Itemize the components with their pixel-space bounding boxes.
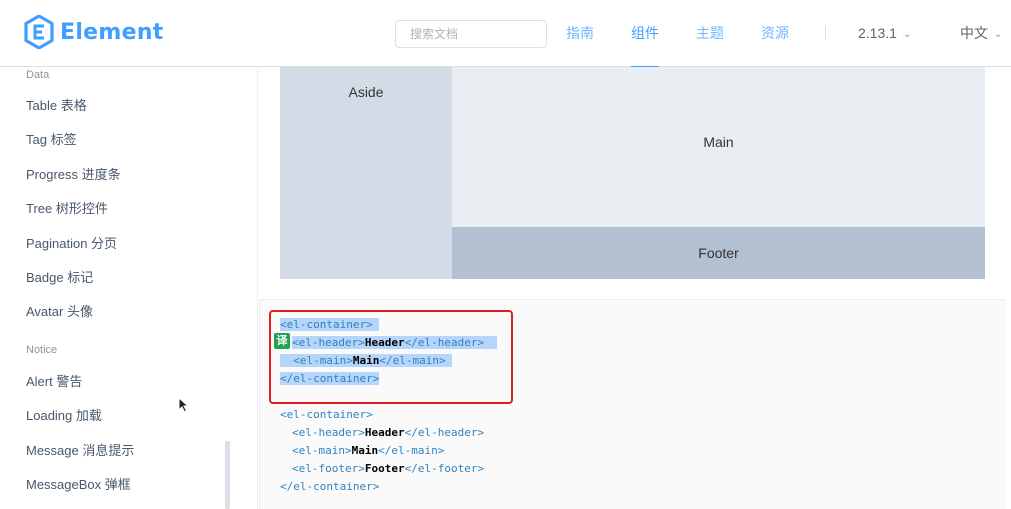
nav-resource[interactable]: 资源 bbox=[761, 0, 789, 67]
sidebar-item-tree[interactable]: Tree 树形控件 bbox=[26, 198, 108, 217]
element-logo-icon bbox=[24, 15, 54, 49]
highlight-box bbox=[269, 310, 513, 404]
nav-divider bbox=[825, 26, 826, 40]
sidebar-group-title: Data bbox=[26, 69, 50, 81]
sidebar: Data Table 表格 Tag 标签 Progress 进度条 Tree 树… bbox=[0, 67, 258, 509]
code-line: </el-container> bbox=[280, 480, 380, 493]
nav-component[interactable]: 组件 bbox=[631, 0, 659, 68]
logo-text: Element bbox=[60, 19, 164, 45]
demo-footer-label: Footer bbox=[698, 245, 739, 261]
version-label: 2.13.1 bbox=[858, 25, 897, 41]
sidebar-item-pagination[interactable]: Pagination 分页 bbox=[26, 233, 117, 252]
sidebar-item-loading[interactable]: Loading 加载 bbox=[26, 405, 102, 424]
sidebar-item-table[interactable]: Table 表格 bbox=[26, 95, 87, 114]
language-dropdown[interactable]: 中文 ⌄ bbox=[960, 0, 1002, 67]
nav-guide[interactable]: 指南 bbox=[566, 0, 594, 67]
sidebar-item-messagebox[interactable]: MessageBox 弹框 bbox=[26, 474, 131, 493]
top-header: Element 指南 组件 主题 资源 2.13.1 ⌄ 中文 ⌄ bbox=[0, 0, 1011, 68]
code-line: <el-header>Header</el-header> bbox=[292, 426, 485, 439]
sidebar-group-title: Notice bbox=[26, 344, 58, 356]
nav-label: 组件 bbox=[631, 25, 659, 41]
demo-aside-label: Aside bbox=[348, 84, 384, 100]
search-input[interactable] bbox=[395, 20, 547, 48]
language-label: 中文 bbox=[960, 25, 988, 41]
sidebar-item-tag[interactable]: Tag 标签 bbox=[26, 129, 77, 148]
chevron-down-icon: ⌄ bbox=[902, 28, 912, 40]
nav-label: 指南 bbox=[566, 25, 594, 41]
demo-main-label: Main bbox=[703, 134, 734, 150]
sidebar-item-badge[interactable]: Badge 标记 bbox=[26, 267, 93, 286]
nav-label: 资源 bbox=[761, 25, 789, 41]
code-line: <el-container> bbox=[280, 408, 373, 421]
sidebar-item-avatar[interactable]: Avatar 头像 bbox=[26, 301, 93, 320]
demo-main: Main bbox=[452, 67, 985, 227]
demo-aside: Aside bbox=[280, 67, 452, 279]
sidebar-item-progress[interactable]: Progress 进度条 bbox=[26, 164, 121, 183]
sidebar-item-alert[interactable]: Alert 警告 bbox=[26, 371, 82, 390]
chevron-down-icon: ⌄ bbox=[994, 28, 1003, 40]
mouse-cursor-icon bbox=[178, 397, 190, 413]
nav-label: 主题 bbox=[696, 25, 724, 41]
sidebar-scrollbar[interactable] bbox=[225, 441, 230, 509]
sidebar-item-message[interactable]: Message 消息提示 bbox=[26, 440, 134, 459]
nav-theme[interactable]: 主题 bbox=[696, 0, 724, 67]
code-line: <el-footer>Footer</el-footer> bbox=[292, 462, 485, 475]
container-demo: Aside Main Footer bbox=[259, 67, 1005, 300]
logo[interactable]: Element bbox=[24, 15, 164, 49]
demo-footer: Footer bbox=[452, 227, 985, 279]
code-line: <el-main>Main</el-main> bbox=[292, 444, 445, 457]
version-dropdown[interactable]: 2.13.1 ⌄ bbox=[858, 0, 911, 67]
